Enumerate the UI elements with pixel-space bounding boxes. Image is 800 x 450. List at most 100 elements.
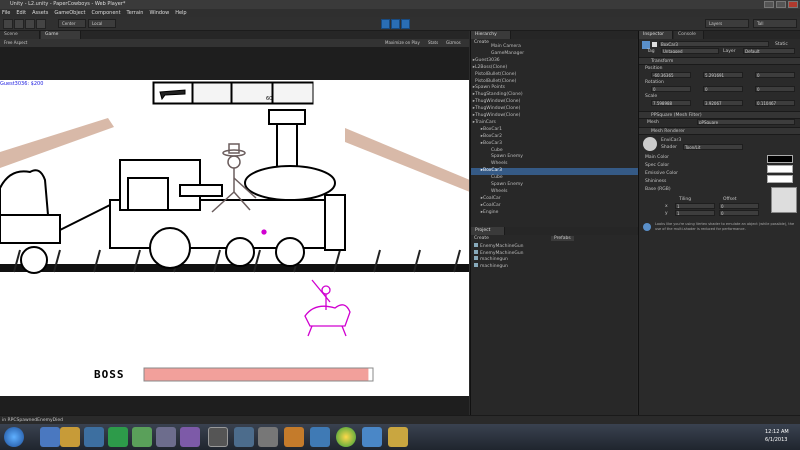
tab-hierarchy[interactable]: Hierarchy — [471, 31, 511, 39]
hierarchy-item[interactable]: ▸ Guest3036 — [471, 58, 638, 65]
tab-scene[interactable]: Scene — [0, 31, 40, 39]
taskbar-folder-icon[interactable] — [60, 427, 80, 447]
expand-arrow-icon[interactable]: ▸ — [471, 196, 483, 203]
hierarchy-item[interactable]: Cube — [471, 175, 638, 182]
start-button[interactable] — [4, 427, 24, 447]
active-checkbox[interactable] — [652, 42, 657, 47]
hierarchy-item[interactable]: ▸ ThugWindow(Clone) — [471, 113, 638, 120]
static-toggle[interactable]: Static — [775, 42, 788, 47]
menu-item[interactable]: Edit — [16, 9, 26, 17]
maximize-button[interactable] — [776, 1, 786, 8]
main-color-swatch[interactable] — [767, 155, 793, 163]
rotation-z-field[interactable]: 0 — [755, 86, 795, 92]
hierarchy-item[interactable]: ▸ ThugStanding(Clone) — [471, 92, 638, 99]
taskbar-app-icon[interactable] — [258, 427, 278, 447]
scale-z-field[interactable]: 0.110467 — [755, 100, 795, 106]
project-item[interactable]: machinegun — [474, 256, 508, 262]
taskbar-app-icon[interactable] — [84, 427, 104, 447]
tag-dropdown[interactable]: Untagged — [661, 48, 719, 54]
menu-item[interactable]: Assets — [32, 9, 48, 17]
hierarchy-item[interactable]: PistolBullet(Clone) — [471, 72, 638, 79]
expand-arrow-icon[interactable]: ▸ — [471, 134, 483, 141]
hierarchy-item[interactable]: ▸ Engine — [471, 210, 638, 217]
hierarchy-item[interactable]: Main Camera — [471, 44, 638, 51]
layers-dropdown[interactable]: Layers — [705, 19, 749, 28]
project-create-dropdown[interactable]: Create — [474, 236, 489, 241]
hierarchy-item[interactable]: ▸ BoxCar3 — [471, 141, 638, 148]
tab-console[interactable]: Console — [674, 31, 704, 39]
offset-y-field[interactable]: 0 — [719, 210, 759, 216]
aspect-dropdown[interactable]: Free Aspect — [4, 40, 27, 45]
expand-arrow-icon[interactable]: ▸ — [471, 127, 483, 134]
pause-button[interactable] — [391, 19, 400, 29]
taskbar-app-icon[interactable] — [234, 427, 254, 447]
rotation-y-field[interactable]: 0 — [703, 86, 743, 92]
taskbar-app-icon[interactable] — [108, 427, 128, 447]
object-name-field[interactable]: BoxCar3 — [659, 41, 769, 47]
mesh-field[interactable]: pPSquare — [697, 119, 795, 125]
move-tool-button[interactable] — [14, 19, 24, 29]
tiling-x-field[interactable]: 1 — [675, 203, 715, 209]
scale-x-field[interactable]: 7.598988 — [651, 100, 691, 106]
hierarchy-item[interactable]: Wheels — [471, 161, 638, 168]
taskbar-unity-icon[interactable] — [208, 427, 228, 447]
minimize-button[interactable] — [764, 1, 774, 8]
project-search-input[interactable]: Prefabs — [551, 236, 574, 241]
taskbar-app-icon[interactable] — [310, 427, 330, 447]
spec-color-swatch[interactable] — [767, 165, 793, 173]
tab-game[interactable]: Game — [41, 31, 81, 39]
project-item[interactable]: EnemyMachineGun — [474, 249, 524, 256]
tab-inspector[interactable]: Inspector — [639, 31, 673, 39]
play-button[interactable] — [381, 19, 390, 29]
taskbar-app-icon[interactable] — [40, 427, 60, 447]
hierarchy-item[interactable]: Spawn Enemy — [471, 182, 638, 189]
taskbar-app-icon[interactable] — [362, 427, 382, 447]
pivot-local-dropdown[interactable]: Local — [88, 19, 116, 28]
hierarchy-item[interactable]: ▸ L2Boss(Clone) — [471, 65, 638, 72]
transform-header[interactable]: Transform — [639, 57, 800, 65]
expand-arrow-icon[interactable]: ▸ — [471, 168, 483, 175]
game-view[interactable]: Guest3036: $200 60 BOSS — [0, 80, 469, 396]
menu-item[interactable]: Terrain — [127, 9, 144, 17]
menu-item[interactable]: GameObject — [54, 9, 85, 17]
taskbar-app-icon[interactable] — [388, 427, 408, 447]
hierarchy-item[interactable]: ▸ BoxCar1 — [471, 127, 638, 134]
mesh-renderer-header[interactable]: Mesh Renderer — [639, 127, 800, 135]
taskbar-app-icon[interactable] — [284, 427, 304, 447]
menu-item[interactable]: Help — [175, 9, 186, 17]
gizmos-dropdown[interactable]: Gizmos — [446, 40, 461, 45]
taskbar-app-icon[interactable] — [180, 427, 200, 447]
tiling-y-field[interactable]: 1 — [675, 210, 715, 216]
hierarchy-item[interactable]: ▸ ThugWindow(Clone) — [471, 99, 638, 106]
project-item[interactable]: machinegun — [474, 262, 508, 269]
offset-x-field[interactable]: 0 — [719, 203, 759, 209]
project-item[interactable]: EnemyMachineGun — [474, 243, 524, 249]
menu-item[interactable]: Component — [92, 9, 121, 17]
taskbar-chrome-icon[interactable] — [336, 427, 356, 447]
menu-item[interactable]: Window — [149, 9, 169, 17]
close-button[interactable] — [788, 1, 798, 8]
hierarchy-item[interactable]: Wheels — [471, 189, 638, 196]
layout-dropdown[interactable]: Tall — [753, 19, 797, 28]
expand-arrow-icon[interactable]: ▸ — [471, 203, 483, 210]
taskbar-app-icon[interactable] — [156, 427, 176, 447]
scale-y-field[interactable]: 3.92067 — [703, 100, 743, 106]
rotation-x-field[interactable]: 0 — [651, 86, 691, 92]
hierarchy-item[interactable]: ▸ CoalCar — [471, 203, 638, 210]
expand-arrow-icon[interactable]: ▸ — [471, 210, 483, 217]
base-texture-slot[interactable] — [771, 187, 797, 213]
scale-tool-button[interactable] — [36, 19, 46, 29]
hierarchy-item[interactable]: ▸ CoalCar — [471, 196, 638, 203]
position-x-field[interactable]: -60.36365 — [651, 72, 691, 78]
position-y-field[interactable]: 5.291691 — [703, 72, 743, 78]
shader-dropdown[interactable]: Toon/Lit — [683, 144, 743, 150]
emissive-color-swatch[interactable] — [767, 175, 793, 183]
menu-item[interactable]: File — [2, 9, 10, 17]
hierarchy-item[interactable]: ▸ ThugWindow(Clone) — [471, 106, 638, 113]
pivot-center-dropdown[interactable]: Center — [58, 19, 86, 28]
taskbar-app-icon[interactable] — [132, 427, 152, 447]
position-z-field[interactable]: 0 — [755, 72, 795, 78]
maximize-on-play-toggle[interactable]: Maximize on Play — [385, 40, 420, 45]
rotate-tool-button[interactable] — [25, 19, 35, 29]
hierarchy-item[interactable]: ▸ TrainCars — [471, 120, 638, 127]
